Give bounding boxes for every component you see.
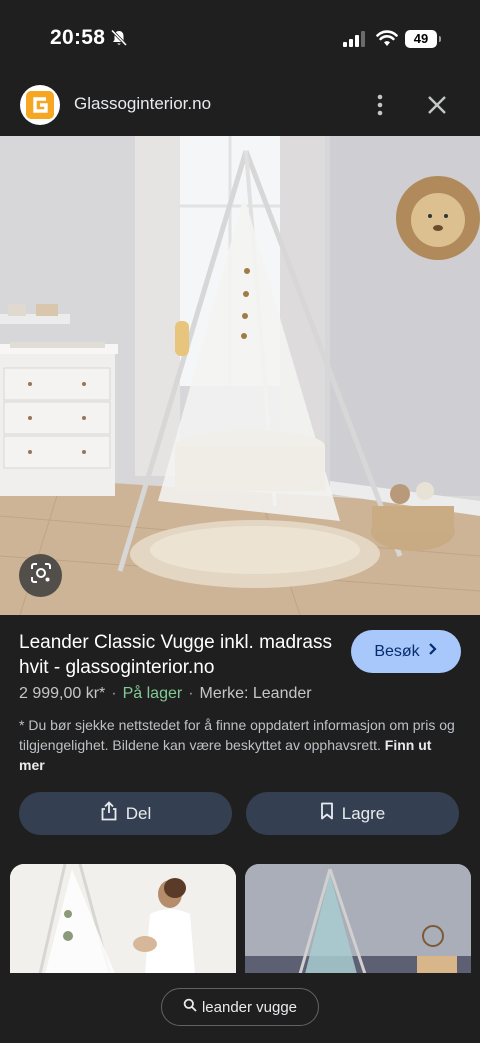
- more-vert-icon[interactable]: [368, 92, 392, 118]
- site-header: Glassoginterior.no: [0, 76, 480, 136]
- save-button[interactable]: Lagre: [246, 792, 459, 835]
- chevron-right-icon: [428, 642, 438, 661]
- share-icon: [100, 801, 118, 826]
- bell-slash-icon: [110, 29, 128, 47]
- visit-button[interactable]: Besøk: [351, 630, 461, 673]
- separator-dot: ·: [188, 685, 194, 702]
- bookmark-icon: [320, 802, 334, 825]
- search-query: leander vugge: [201, 998, 298, 1016]
- related-image-1[interactable]: [10, 864, 236, 974]
- separator-dot: ·: [111, 685, 117, 702]
- site-name[interactable]: Glassoginterior.no: [74, 94, 211, 114]
- share-button[interactable]: Del: [19, 792, 232, 835]
- product-image[interactable]: [0, 136, 480, 615]
- status-bar: 20:58 49: [0, 0, 480, 76]
- product-meta: 2 999,00 kr* · På lager · Merke: Leander: [19, 685, 312, 703]
- related-image-2[interactable]: [245, 864, 471, 974]
- stock-status: På lager: [122, 685, 183, 702]
- product-price: 2 999,00 kr*: [19, 685, 106, 702]
- visit-label: Besøk: [374, 642, 420, 660]
- close-icon[interactable]: [424, 92, 450, 118]
- battery-icon: 49: [405, 30, 441, 48]
- product-brand: Merke: Leander: [199, 685, 312, 702]
- search-icon: [183, 998, 197, 1016]
- wifi-icon: [376, 29, 398, 52]
- disclaimer: * Du bør sjekke nettstedet for å finne o…: [19, 715, 459, 775]
- signal-icon: [343, 31, 367, 52]
- share-label: Del: [125, 803, 152, 823]
- google-lens-button[interactable]: [19, 554, 62, 597]
- status-time: 20:58: [50, 26, 106, 49]
- product-title[interactable]: Leander Classic Vugge inkl. madrass hvit…: [19, 630, 339, 680]
- site-logo[interactable]: [20, 85, 60, 125]
- save-label: Lagre: [341, 803, 386, 823]
- search-chip[interactable]: leander vugge: [161, 988, 319, 1026]
- google-lens-icon: [29, 561, 53, 590]
- bottom-bar: leander vugge: [0, 973, 480, 1043]
